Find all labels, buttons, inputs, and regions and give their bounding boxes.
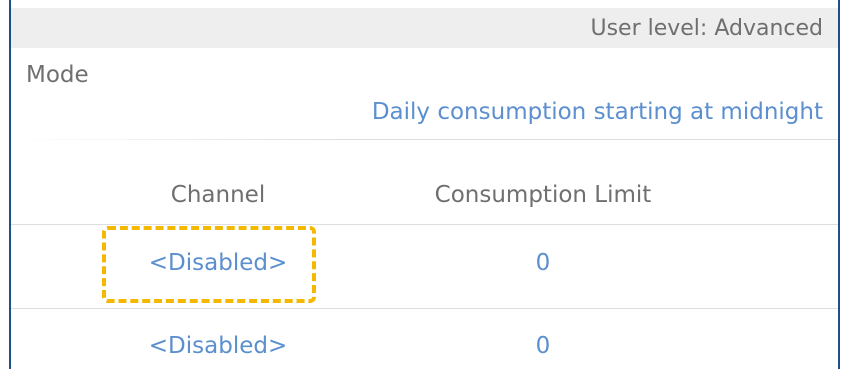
consumption-limit-field[interactable]: 0	[536, 250, 551, 276]
column-header-consumption-limit: Consumption Limit	[434, 182, 652, 208]
mode-selector[interactable]: Daily consumption starting at midnight	[372, 99, 823, 125]
divider	[11, 308, 838, 309]
settings-panel: User level: Advanced Mode Daily consumpt…	[9, 0, 840, 369]
column-header-channel: Channel	[170, 182, 266, 208]
mode-label: Mode	[26, 62, 89, 88]
divider	[11, 139, 838, 140]
channel-selector[interactable]: <Disabled>	[149, 333, 287, 359]
user-level-indicator: User level: Advanced	[590, 16, 823, 41]
divider	[11, 224, 838, 225]
channel-selector[interactable]: <Disabled>	[149, 250, 287, 276]
consumption-limit-field[interactable]: 0	[536, 333, 551, 359]
